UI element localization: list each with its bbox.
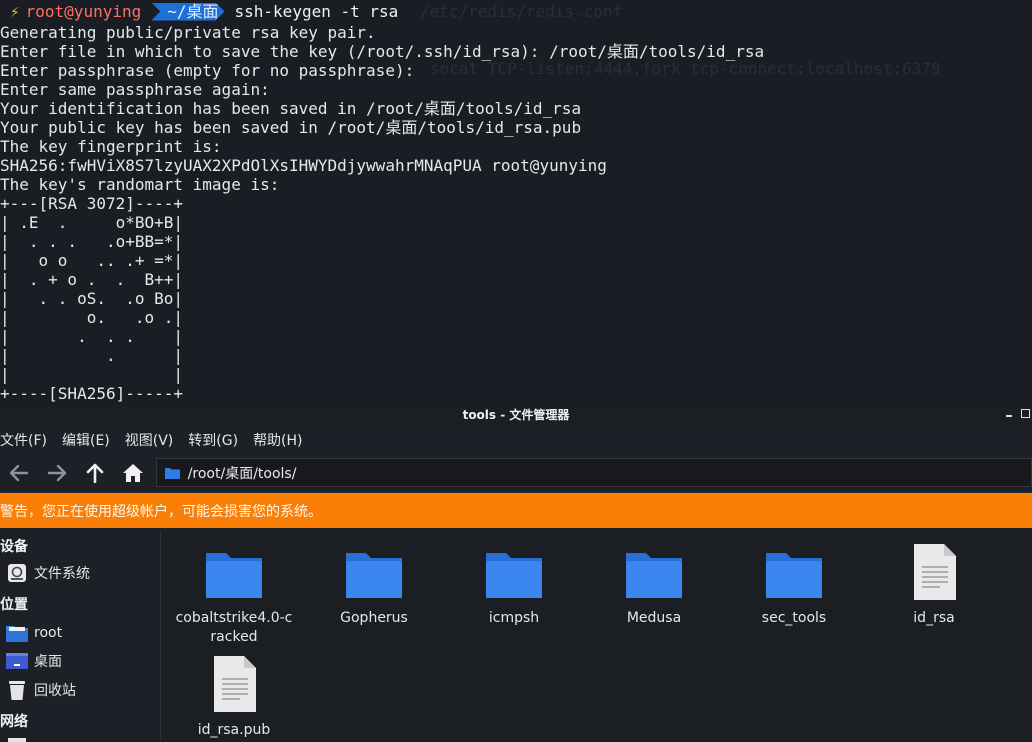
file-item-file[interactable]: id_rsa.pub bbox=[164, 655, 304, 740]
up-button[interactable] bbox=[76, 458, 114, 488]
terminal-line: | . . . | bbox=[0, 327, 184, 346]
terminal-line: The key fingerprint is: bbox=[0, 137, 222, 156]
folder-icon bbox=[486, 553, 542, 598]
terminal-line: | .E . o*BO+B| bbox=[0, 213, 184, 232]
sidebar-item-desktop[interactable]: 桌面 bbox=[6, 651, 62, 671]
file-name: id_rsa.pub bbox=[197, 722, 271, 738]
menu-help[interactable]: 帮助(H) bbox=[253, 430, 302, 450]
file-grid: cobaltstrike4.0-cracked Gopherus icmpsh … bbox=[161, 531, 1032, 742]
home-button[interactable] bbox=[114, 458, 152, 488]
shell-prompt: ⚡ root@yunying ~/桌面 ssh-keygen -t rsa bbox=[0, 0, 1032, 23]
terminal-line: SHA256:fwHViX8S7lzyUAX2XPdOlXsIHWYDdjyww… bbox=[0, 156, 607, 175]
terminal-line: Your public key has been saved in /root/… bbox=[0, 118, 582, 137]
file-name: Gopherus bbox=[340, 610, 408, 626]
menu-view[interactable]: 视图(V) bbox=[125, 430, 174, 450]
file-item-folder[interactable]: Medusa bbox=[584, 543, 724, 628]
terminal-line: | . . oS. .o Bo| bbox=[0, 289, 184, 308]
file-name: cobaltstrike4.0-cracked bbox=[175, 610, 293, 645]
sidebar-item-filesystem[interactable]: 文件系统 bbox=[6, 563, 90, 583]
folder-home-icon bbox=[6, 623, 28, 643]
terminal-line: Enter file in which to save the key (/ro… bbox=[0, 42, 765, 61]
location-path: /root/桌面/tools/ bbox=[187, 465, 297, 482]
arrow-up-icon bbox=[86, 463, 104, 483]
terminal-line: | o o .. .+ =*| bbox=[0, 251, 184, 270]
sidebar: 设备 文件系统 位置 root 桌面 回收站 网络 bbox=[0, 531, 161, 742]
folder-icon bbox=[626, 553, 682, 598]
terminal-line: | . + o . . B++| bbox=[0, 270, 184, 289]
trash-icon bbox=[6, 680, 28, 700]
terminal-line: Enter passphrase (empty for no passphras… bbox=[0, 61, 415, 80]
file-manager-window: tools - 文件管理器 文件(F) 编辑(E) 视图(V) 转到(G) 帮助… bbox=[0, 403, 1032, 742]
warning-text: 警告，您正在使用超级帐户，可能会损害您的系统。 bbox=[0, 503, 322, 520]
window-titlebar[interactable]: tools - 文件管理器 bbox=[0, 403, 1032, 425]
sidebar-item-label: 回收站 bbox=[34, 683, 76, 699]
folder-icon bbox=[766, 553, 822, 598]
file-name: id_rsa bbox=[913, 610, 955, 626]
text-file-icon bbox=[214, 656, 256, 712]
terminal-line: | . . . .o+BB=*| bbox=[0, 232, 184, 251]
forward-button[interactable] bbox=[38, 458, 76, 488]
minimize-icon[interactable] bbox=[1006, 409, 1012, 417]
menu-go[interactable]: 转到(G) bbox=[188, 430, 238, 450]
folder-icon bbox=[206, 553, 262, 598]
desktop-icon bbox=[6, 651, 28, 671]
folder-icon bbox=[164, 467, 180, 479]
sidebar-item-label: 桌面 bbox=[34, 654, 62, 670]
network-icon bbox=[8, 738, 26, 742]
menu-bar: 文件(F) 编辑(E) 视图(V) 转到(G) 帮助(H) bbox=[0, 425, 1032, 455]
maximize-icon[interactable] bbox=[1021, 409, 1030, 418]
menu-edit[interactable]: 编辑(E) bbox=[62, 430, 110, 450]
terminal-window[interactable]: /etc/redis/redis.conf socat TCP-listen:4… bbox=[0, 0, 1032, 403]
sidebar-item-label: root bbox=[34, 625, 63, 641]
bolt-icon: ⚡ bbox=[10, 2, 20, 21]
terminal-line: Generating public/private rsa key pair. bbox=[0, 23, 376, 42]
sidebar-header-network: 网络 bbox=[0, 714, 28, 730]
sidebar-header-devices: 设备 bbox=[0, 539, 28, 555]
location-bar[interactable]: /root/桌面/tools/ bbox=[155, 458, 1032, 487]
home-icon bbox=[122, 463, 143, 482]
prompt-user: root@yunying bbox=[25, 2, 142, 21]
file-item-folder[interactable]: Gopherus bbox=[304, 543, 444, 628]
terminal-line: | | bbox=[0, 365, 184, 384]
terminal-line: The key's randomart image is: bbox=[0, 175, 280, 194]
terminal-line: +---[RSA 3072]----+ bbox=[0, 194, 184, 213]
text-file-icon bbox=[914, 544, 956, 600]
menu-file[interactable]: 文件(F) bbox=[0, 430, 47, 450]
terminal-line: | o. .o .| bbox=[0, 308, 184, 327]
arrow-left-icon bbox=[9, 464, 29, 481]
arrow-right-icon bbox=[47, 464, 67, 481]
file-name: Medusa bbox=[626, 610, 682, 626]
file-item-folder[interactable]: cobaltstrike4.0-cracked bbox=[164, 543, 304, 647]
terminal-line: | . | bbox=[0, 346, 184, 365]
back-button[interactable] bbox=[0, 458, 38, 488]
root-warning-bar: 警告，您正在使用超级帐户，可能会损害您的系统。 bbox=[0, 492, 1032, 528]
sidebar-item-label: 文件系统 bbox=[34, 566, 90, 582]
file-name: icmpsh bbox=[488, 610, 540, 626]
window-title: tools - 文件管理器 bbox=[462, 407, 570, 422]
prompt-directory: ~/桌面 bbox=[151, 3, 224, 21]
terminal-output: Generating public/private rsa key pair. … bbox=[0, 23, 1032, 403]
file-name: sec_tools bbox=[761, 610, 827, 626]
file-item-folder[interactable]: sec_tools bbox=[724, 543, 864, 628]
navigation-toolbar: /root/桌面/tools/ bbox=[0, 455, 1032, 490]
folder-icon bbox=[346, 553, 402, 598]
terminal-line: Enter same passphrase again: bbox=[0, 80, 270, 99]
terminal-line: +----[SHA256]-----+ bbox=[0, 384, 184, 403]
sidebar-item-trash[interactable]: 回收站 bbox=[6, 680, 76, 700]
terminal-line: Your identification has been saved in /r… bbox=[0, 99, 582, 118]
file-item-file[interactable]: id_rsa bbox=[864, 543, 1004, 628]
drive-icon bbox=[6, 563, 28, 583]
file-item-folder[interactable]: icmpsh bbox=[444, 543, 584, 628]
sidebar-header-places: 位置 bbox=[0, 597, 28, 613]
prompt-command: ssh-keygen -t rsa bbox=[234, 2, 399, 21]
sidebar-item-root[interactable]: root bbox=[6, 623, 62, 643]
